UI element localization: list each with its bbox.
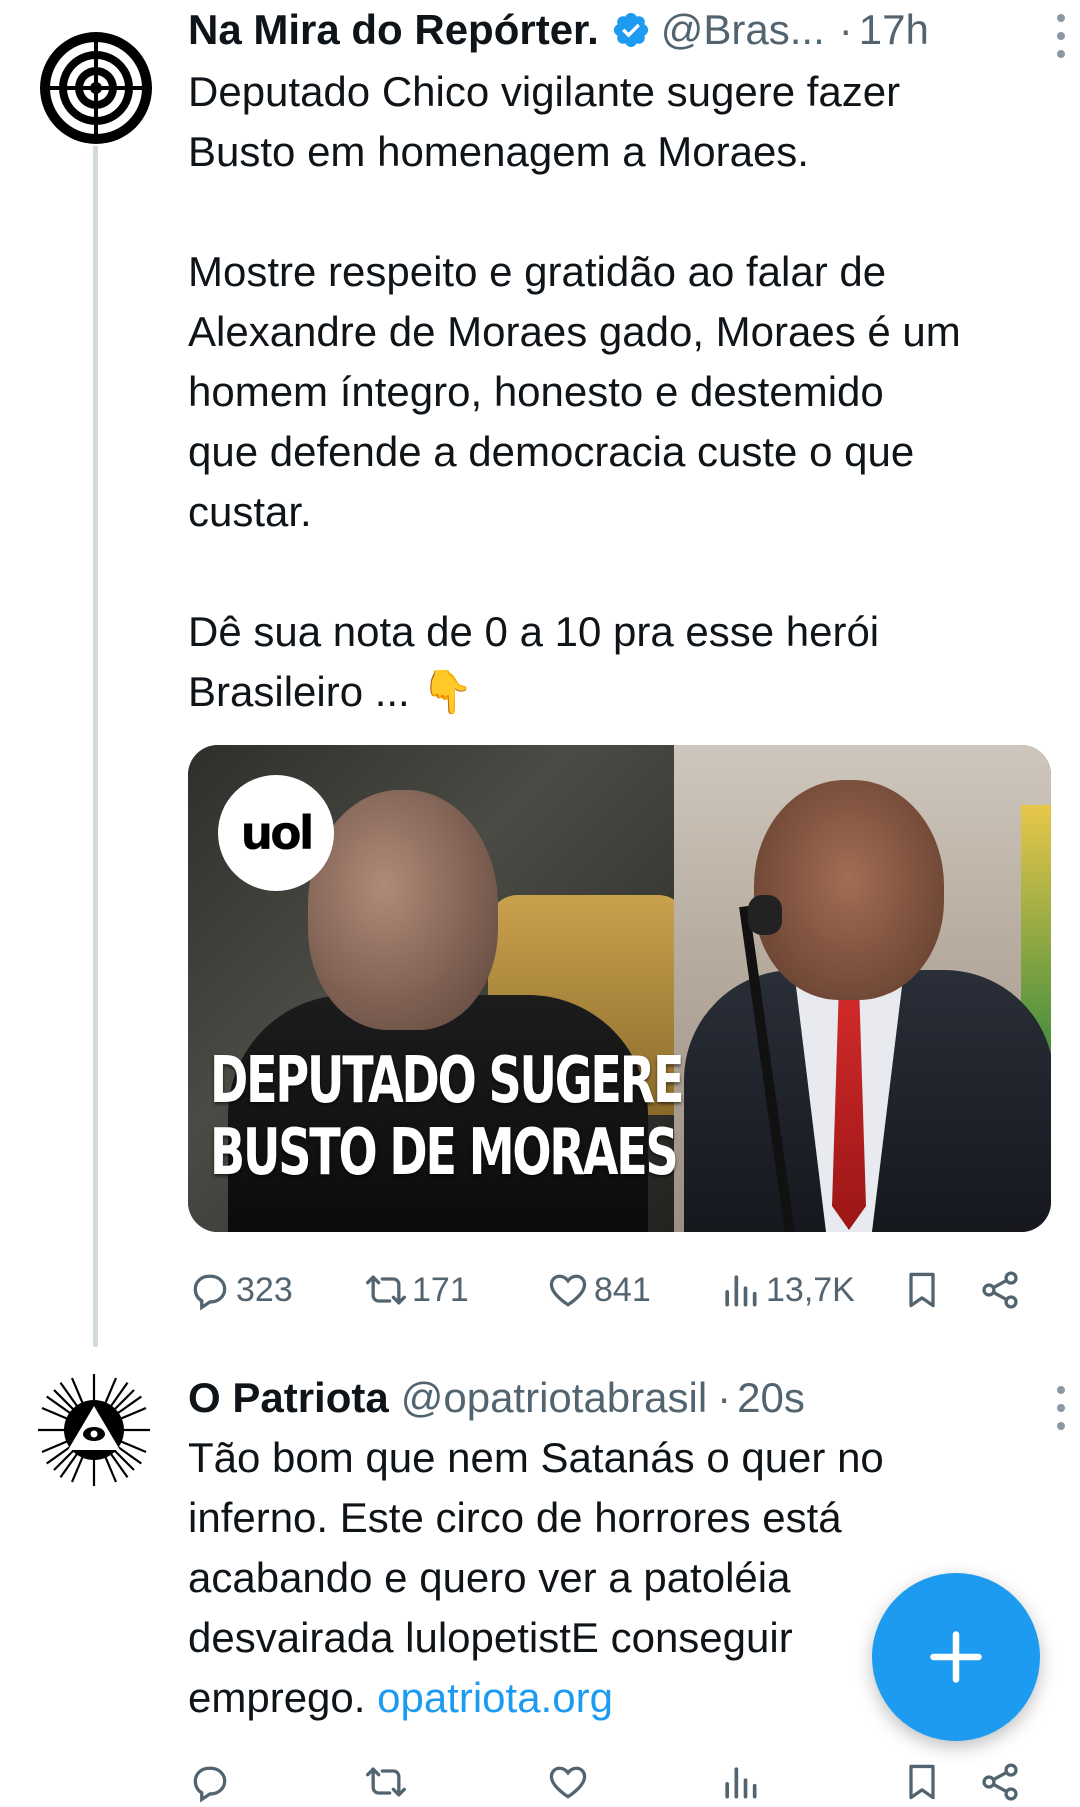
tweet[interactable]: Na Mira do Repórter. @Bras... · 17h Depu… (0, 0, 1080, 1350)
tweet-text-line: Alexandre de Moraes gado, Moraes é um (188, 308, 961, 355)
retweet-button[interactable]: 171 (364, 1260, 469, 1320)
avatar[interactable] (38, 30, 154, 146)
reply-button[interactable] (188, 1752, 232, 1807)
tweet-header: Na Mira do Repórter. @Bras... · 17h (188, 0, 1060, 60)
share-icon (982, 1763, 1018, 1801)
like-count: 841 (594, 1270, 651, 1309)
photo-panel-right (674, 745, 1051, 1232)
microphone-head (748, 895, 782, 935)
views-button[interactable] (718, 1752, 762, 1807)
compose-button[interactable] (872, 1573, 1040, 1741)
tweet-text-line: homem íntegro, honesto e destemido (188, 368, 884, 415)
like-button[interactable]: 841 (546, 1260, 651, 1320)
retweet-icon (366, 1275, 406, 1305)
tweet-actions: 323 171 841 13,7K (188, 1260, 1058, 1320)
views-chart-icon (725, 1767, 757, 1799)
author-name[interactable]: Na Mira do Repórter. (188, 0, 599, 60)
tweet-text: Deputado Chico vigilante sugere fazer Bu… (188, 62, 1048, 722)
tweet-text-line: Deputado Chico vigilante sugere fazer (188, 68, 901, 115)
bookmark-icon (909, 1272, 935, 1308)
reply-button[interactable]: 323 (188, 1260, 293, 1320)
retweet-button[interactable] (364, 1752, 408, 1807)
timeline: Na Mira do Repórter. @Bras... · 17h Depu… (0, 0, 1080, 1807)
timestamp[interactable]: 17h (859, 0, 929, 60)
tweet-text-line: inferno. Este circo de horrores está (188, 1494, 842, 1541)
author-handle[interactable]: @Bras... (661, 0, 825, 60)
avatar[interactable] (36, 1372, 152, 1488)
reply-count: 323 (236, 1270, 293, 1309)
heart-icon (549, 1766, 587, 1799)
person-head (308, 790, 498, 1030)
tweet-text-line: Brasileiro ... 👇 (188, 668, 474, 715)
tweet-text-line: que defende a democracia custe o que (188, 428, 915, 475)
media-headline-line: DEPUTADO SUGERE (210, 1044, 685, 1118)
more-vertical-icon[interactable] (1046, 1386, 1076, 1430)
retweet-count: 171 (412, 1270, 469, 1309)
share-icon (982, 1271, 1018, 1309)
views-button[interactable]: 13,7K (718, 1260, 855, 1320)
media-headline: DEPUTADO SUGERE BUSTO DE MORAES (210, 1044, 685, 1190)
author-handle[interactable]: @opatriotabrasil (401, 1368, 707, 1428)
uol-logo: uol (218, 775, 334, 891)
tweet[interactable]: O Patriota @opatriotabrasil · 20s Tão bo… (0, 1350, 1080, 1807)
share-button[interactable] (978, 1260, 1022, 1320)
person-head (754, 780, 944, 1000)
separator-dot: · (838, 6, 853, 53)
more-vertical-icon[interactable] (1046, 14, 1076, 58)
views-count: 13,7K (766, 1270, 855, 1309)
tweet-text-line: Busto em homenagem a Moraes. (188, 128, 809, 175)
tweet-actions (188, 1752, 1058, 1807)
heart-icon (549, 1274, 587, 1307)
verified-badge-icon (613, 12, 648, 48)
bookmark-button[interactable] (900, 1752, 944, 1807)
separator-dot: · (717, 1374, 732, 1421)
tweet-media-image[interactable]: uol DEPUTADO SUGERE BUSTO DE MORAES (188, 745, 1051, 1232)
tweet-text-line: custar. (188, 488, 312, 535)
reply-icon (193, 1766, 227, 1803)
bookmark-icon (909, 1764, 935, 1800)
share-button[interactable] (978, 1752, 1022, 1807)
plus-icon (930, 1631, 982, 1683)
author-name[interactable]: O Patriota (188, 1368, 389, 1428)
reply-icon (193, 1274, 227, 1311)
media-headline-line: BUSTO DE MORAES (210, 1116, 679, 1190)
timestamp[interactable]: 20s (737, 1368, 805, 1428)
views-chart-icon (725, 1275, 757, 1307)
tweet-header: O Patriota @opatriotabrasil · 20s (188, 1368, 1060, 1428)
like-button[interactable] (546, 1752, 590, 1807)
retweet-icon (366, 1767, 406, 1797)
tweet-text-line: Dê sua nota de 0 a 10 pra esse herói (188, 608, 880, 655)
tweet-text-line: Tão bom que nem Satanás o quer no (188, 1434, 884, 1481)
tweet-text-line: Mostre respeito e gratidão ao falar de (188, 248, 887, 295)
tweet-link[interactable]: opatriota.org (377, 1674, 613, 1721)
bookmark-button[interactable] (900, 1260, 944, 1320)
tweet-text-fragment: emprego. (188, 1674, 378, 1721)
